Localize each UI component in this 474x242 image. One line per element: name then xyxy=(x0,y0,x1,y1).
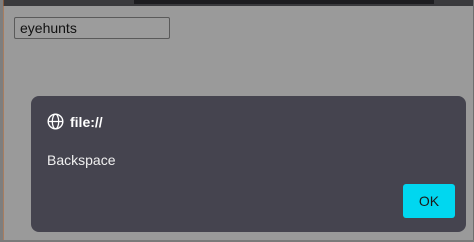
address-bar-strip xyxy=(134,0,434,4)
window-left-border xyxy=(3,0,4,242)
text-input[interactable] xyxy=(14,17,170,39)
dialog-header: file:// xyxy=(47,113,103,130)
alert-dialog: file:// Backspace OK xyxy=(31,96,466,232)
globe-icon xyxy=(47,113,64,130)
dialog-origin: file:// xyxy=(70,113,103,130)
dialog-message: Backspace xyxy=(47,152,116,168)
ok-button[interactable]: OK xyxy=(403,184,455,218)
